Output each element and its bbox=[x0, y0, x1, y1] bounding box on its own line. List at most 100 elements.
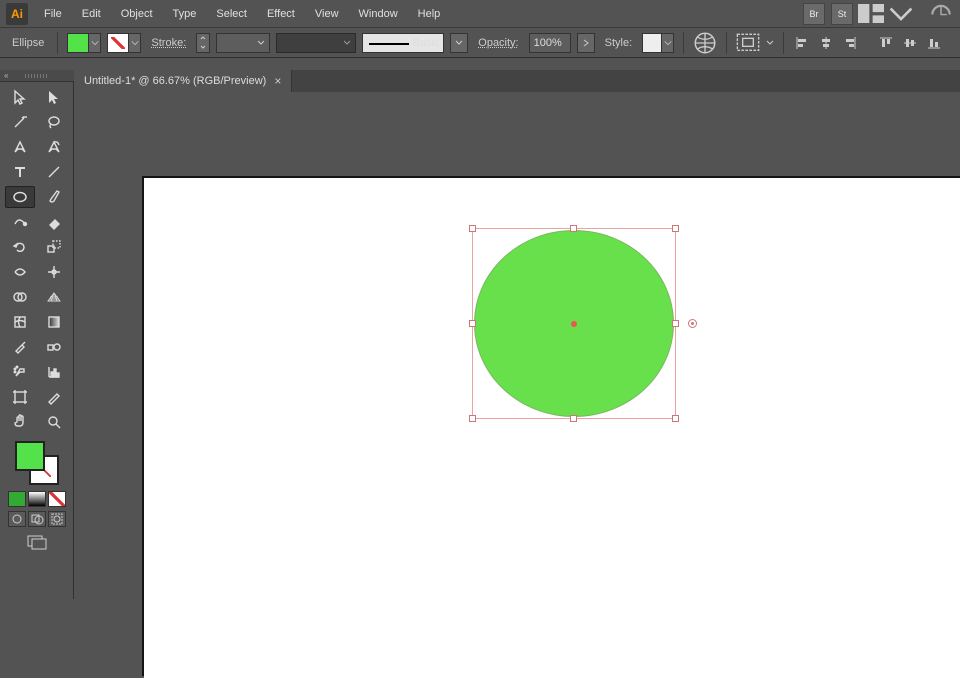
resize-handle-ne[interactable] bbox=[672, 225, 679, 232]
stock-icon[interactable]: St bbox=[831, 3, 853, 25]
arrange-documents-icon[interactable] bbox=[858, 3, 884, 25]
document-tab[interactable]: Untitled-1* @ 66.67% (RGB/Preview) × bbox=[74, 70, 292, 92]
gradient-tool[interactable] bbox=[39, 311, 69, 333]
mesh-tool[interactable] bbox=[5, 311, 35, 333]
magic-wand-tool[interactable] bbox=[5, 111, 35, 133]
resize-handle-w[interactable] bbox=[469, 320, 476, 327]
selection-type-label: Ellipse bbox=[8, 37, 48, 49]
resize-handle-s[interactable] bbox=[570, 415, 577, 422]
stroke-weight-stepper[interactable] bbox=[196, 33, 210, 53]
resize-handle-nw[interactable] bbox=[469, 225, 476, 232]
paintbrush-tool[interactable] bbox=[39, 186, 69, 208]
workspace-caret-icon[interactable] bbox=[888, 3, 914, 25]
shaper-tool[interactable] bbox=[5, 211, 35, 233]
eraser-tool[interactable] bbox=[39, 211, 69, 233]
color-mode-none[interactable] bbox=[48, 491, 66, 507]
resize-handle-sw[interactable] bbox=[469, 415, 476, 422]
menu-help[interactable]: Help bbox=[408, 0, 451, 28]
draw-mode-row bbox=[8, 511, 66, 527]
panel-collapse-grip[interactable]: « bbox=[0, 70, 74, 82]
chevron-down-icon[interactable] bbox=[661, 34, 673, 52]
stroke-color-swatch[interactable] bbox=[107, 33, 141, 53]
canvas-workarea[interactable] bbox=[74, 92, 960, 599]
resize-handle-n[interactable] bbox=[570, 225, 577, 232]
menu-type[interactable]: Type bbox=[163, 0, 207, 28]
brush-caret[interactable] bbox=[450, 33, 468, 53]
menu-effect[interactable]: Effect bbox=[257, 0, 305, 28]
draw-inside-icon[interactable] bbox=[48, 511, 66, 527]
color-mode-solid[interactable] bbox=[8, 491, 26, 507]
chevron-down-icon[interactable] bbox=[766, 40, 774, 45]
control-bar: Ellipse Stroke: Basic Opacity: 100% Styl… bbox=[0, 28, 960, 58]
align-bottom-icon[interactable] bbox=[925, 34, 943, 52]
fill-stroke-indicator[interactable] bbox=[15, 441, 59, 485]
align-vcenter-icon[interactable] bbox=[901, 34, 919, 52]
color-mode-gradient[interactable] bbox=[28, 491, 46, 507]
rotate-handle[interactable] bbox=[688, 319, 697, 328]
draw-normal-icon[interactable] bbox=[8, 511, 26, 527]
zoom-tool[interactable] bbox=[39, 411, 69, 433]
align-to-icon[interactable] bbox=[736, 32, 760, 54]
line-segment-tool[interactable] bbox=[39, 161, 69, 183]
brush-definition[interactable]: Basic bbox=[362, 33, 444, 53]
fill-swatch[interactable] bbox=[15, 441, 45, 471]
menu-object[interactable]: Object bbox=[111, 0, 163, 28]
opacity-label[interactable]: Opacity: bbox=[474, 37, 522, 49]
menu-bar: Ai File Edit Object Type Select Effect V… bbox=[0, 0, 960, 28]
screen-mode-button[interactable] bbox=[25, 533, 49, 554]
selection-tool[interactable] bbox=[5, 86, 35, 108]
slice-tool[interactable] bbox=[39, 386, 69, 408]
document-tab-title: Untitled-1* @ 66.67% (RGB/Preview) bbox=[84, 75, 266, 87]
column-graph-tool[interactable] bbox=[39, 361, 69, 383]
symbol-sprayer-tool[interactable] bbox=[5, 361, 35, 383]
width-tool[interactable] bbox=[5, 261, 35, 283]
menu-edit[interactable]: Edit bbox=[72, 0, 111, 28]
perspective-grid-tool[interactable] bbox=[39, 286, 69, 308]
close-tab-icon[interactable]: × bbox=[274, 74, 281, 88]
draw-behind-icon[interactable] bbox=[28, 511, 46, 527]
app-logo: Ai bbox=[6, 3, 28, 25]
resize-handle-e[interactable] bbox=[672, 320, 679, 327]
align-hcenter-icon[interactable] bbox=[817, 34, 835, 52]
artboard-tool[interactable] bbox=[5, 386, 35, 408]
chevron-down-icon[interactable] bbox=[88, 34, 100, 52]
color-mode-row bbox=[8, 491, 66, 507]
chevron-down-icon[interactable] bbox=[128, 34, 140, 52]
style-label: Style: bbox=[601, 37, 637, 49]
resize-handle-se[interactable] bbox=[672, 415, 679, 422]
variable-width-profile[interactable] bbox=[276, 33, 356, 53]
pen-tool[interactable] bbox=[5, 136, 35, 158]
stroke-weight-field[interactable] bbox=[216, 33, 270, 53]
stroke-label[interactable]: Stroke: bbox=[147, 37, 190, 49]
graphic-style-swatch[interactable] bbox=[642, 33, 674, 53]
align-right-icon[interactable] bbox=[841, 34, 859, 52]
document-tab-bar: Untitled-1* @ 66.67% (RGB/Preview) × bbox=[74, 70, 960, 92]
shape-builder-tool[interactable] bbox=[5, 286, 35, 308]
menu-view[interactable]: View bbox=[305, 0, 349, 28]
scale-tool[interactable] bbox=[39, 236, 69, 258]
recolor-artwork-icon[interactable] bbox=[693, 32, 717, 54]
menu-file[interactable]: File bbox=[34, 0, 72, 28]
selection-center-point[interactable] bbox=[571, 321, 577, 327]
free-transform-tool[interactable] bbox=[39, 261, 69, 283]
opacity-field[interactable]: 100% bbox=[529, 33, 571, 53]
ellipse-tool[interactable] bbox=[5, 186, 35, 208]
selection-bounding-box[interactable] bbox=[472, 228, 676, 419]
rotate-tool[interactable] bbox=[5, 236, 35, 258]
bridge-icon[interactable]: Br bbox=[803, 3, 825, 25]
align-left-icon[interactable] bbox=[793, 34, 811, 52]
toolbox-panel bbox=[0, 82, 74, 599]
sync-settings-icon[interactable] bbox=[928, 3, 954, 25]
menu-select[interactable]: Select bbox=[206, 0, 257, 28]
fill-color-swatch[interactable] bbox=[67, 33, 101, 53]
blend-tool[interactable] bbox=[39, 336, 69, 358]
hand-tool[interactable] bbox=[5, 411, 35, 433]
lasso-tool[interactable] bbox=[39, 111, 69, 133]
direct-selection-tool[interactable] bbox=[39, 86, 69, 108]
align-top-icon[interactable] bbox=[877, 34, 895, 52]
menu-window[interactable]: Window bbox=[349, 0, 408, 28]
eyedropper-tool[interactable] bbox=[5, 336, 35, 358]
opacity-more[interactable] bbox=[577, 33, 595, 53]
type-tool[interactable] bbox=[5, 161, 35, 183]
curvature-tool[interactable] bbox=[39, 136, 69, 158]
